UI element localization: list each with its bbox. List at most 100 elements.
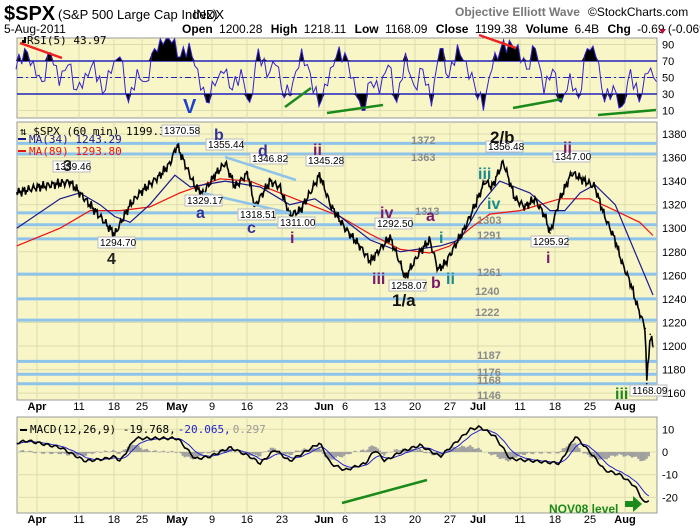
- x-tick-label: 18: [108, 514, 120, 526]
- level-label: 1240: [475, 286, 499, 298]
- wave-label: a: [426, 208, 435, 225]
- price-tick-label: 1300: [662, 223, 686, 235]
- macd-tick-label: -20: [662, 492, 678, 504]
- x-tick-label: 11: [514, 514, 525, 526]
- level-label: 1363: [411, 152, 435, 164]
- wave-label: 3: [63, 158, 72, 175]
- wave-label: b: [214, 127, 224, 144]
- macd-legend-swatch: [20, 429, 27, 431]
- rsi-legend: RSI(5) 43.97: [27, 34, 106, 47]
- high-value: 1218.11: [304, 22, 347, 36]
- wave-label: iii: [615, 386, 628, 403]
- rsi-tick-label: 90: [662, 40, 674, 52]
- ma89-legend: MA(89) 1293.80: [29, 145, 122, 158]
- price-tick-label: 1180: [662, 365, 686, 377]
- open-value: 1200.28: [219, 22, 263, 36]
- price-callout: 1294.70: [100, 238, 137, 249]
- level-label: 1372: [411, 135, 435, 147]
- brand: Objective Elliott Wave: [455, 5, 580, 19]
- price-callout: 1339.46: [55, 162, 92, 173]
- ohlc-line: Open 1200.28 High 1218.11 Low 1168.09 Cl…: [182, 22, 700, 36]
- rsi-tick-label: 30: [662, 89, 674, 101]
- wave-label: i: [290, 230, 294, 247]
- high-label: High: [271, 22, 298, 36]
- x-tick-label: May: [166, 514, 188, 526]
- wave-label: iii: [372, 271, 385, 288]
- price-tick-label: 1220: [662, 317, 686, 329]
- x-tick-label: 16: [241, 514, 253, 526]
- wave-label: i: [546, 250, 550, 267]
- x-tick-label: 27: [444, 401, 456, 413]
- chg-value: -0.69 (-0.06%): [637, 22, 700, 36]
- low-value: 1168.09: [385, 22, 428, 36]
- price-callout: 1329.17: [187, 196, 224, 207]
- macd-tick-label: 10: [662, 424, 674, 436]
- ma89-legend-swatch: [18, 150, 26, 152]
- rsi-tick-label: 10: [662, 106, 674, 118]
- x-tick-label: 27: [444, 514, 456, 526]
- volume-value: 6.4B: [574, 22, 599, 36]
- macd-legend-name: MACD(12,26,9): [30, 423, 116, 436]
- price-tick-label: 1260: [662, 270, 686, 282]
- x-tick-label: 20: [409, 514, 421, 526]
- x-tick-label: 11: [73, 514, 84, 526]
- wave-label: d: [258, 143, 268, 160]
- price-point: [649, 333, 651, 336]
- x-tick-label: 6: [342, 514, 348, 526]
- x-tick-label: 23: [276, 401, 288, 413]
- wave-label: i: [439, 230, 443, 247]
- price-tick-label: 1340: [662, 176, 686, 188]
- level-label: 1303: [477, 215, 501, 227]
- price-callout: 1347.00: [555, 152, 592, 163]
- x-tick-label: 18: [549, 401, 561, 413]
- price-tick-label: 1200: [662, 341, 686, 353]
- price-callout: 1318.51: [240, 210, 277, 221]
- price-tick-label: 1360: [662, 153, 686, 165]
- level-label: 1261: [477, 267, 501, 279]
- open-label: Open: [182, 22, 213, 36]
- level-label: 1222: [475, 307, 499, 319]
- x-tick-label: 9: [209, 514, 215, 526]
- wave-label: 4: [107, 251, 116, 268]
- x-tick-label: Apr: [28, 401, 48, 413]
- x-tick-label: Apr: [28, 514, 48, 526]
- price-tick-label: 1320: [662, 200, 686, 212]
- price-point: [645, 382, 648, 385]
- exchange: INDX: [193, 7, 224, 22]
- x-tick-label: 25: [584, 401, 596, 413]
- nov08-level-label: NOV08 level: [549, 502, 618, 516]
- x-tick-label: May: [166, 401, 188, 413]
- level-label: 1291: [477, 230, 501, 242]
- level-label: 1168: [477, 375, 501, 387]
- x-tick-label: 23: [276, 514, 288, 526]
- macd-signal-value: -20.065,: [178, 423, 231, 436]
- wave-label: c: [247, 220, 256, 237]
- level-label: 1146: [477, 390, 501, 402]
- wave-label: iii: [478, 166, 491, 183]
- x-tick-label: 16: [241, 401, 253, 413]
- wave-label: ii: [563, 140, 572, 157]
- x-tick-label: 20: [409, 401, 421, 413]
- wave-label: ii: [446, 271, 455, 288]
- price-callout: 1311.00: [280, 218, 316, 229]
- x-tick-label: 11: [514, 401, 525, 413]
- x-tick-label: 6: [342, 401, 348, 413]
- wave-label: ii: [313, 142, 322, 159]
- price-callout: 1295.92: [533, 237, 570, 248]
- price-tick-label: 1380: [662, 129, 686, 141]
- x-tick-label: 13: [374, 401, 386, 413]
- rsi-tick-label: 70: [662, 56, 674, 68]
- chart-canvas: $SPX (S&P 500 Large Cap Index) INDX Obje…: [4, 3, 700, 526]
- x-tick-label: 25: [136, 401, 148, 413]
- price-tick-label: 1280: [662, 247, 686, 259]
- wave-label: a: [196, 205, 205, 222]
- x-tick-label: Jul: [470, 514, 486, 526]
- x-tick-label: 13: [374, 514, 386, 526]
- x-tick-label: Jul: [470, 401, 486, 413]
- close-label: Close: [436, 22, 469, 36]
- wave-label: iv: [487, 196, 500, 213]
- copyright: ©StockCharts.com: [588, 5, 688, 19]
- x-tick-label: 11: [73, 401, 84, 413]
- macd-tick-label: -10: [662, 470, 678, 482]
- price-callout: 1168.09: [632, 386, 668, 397]
